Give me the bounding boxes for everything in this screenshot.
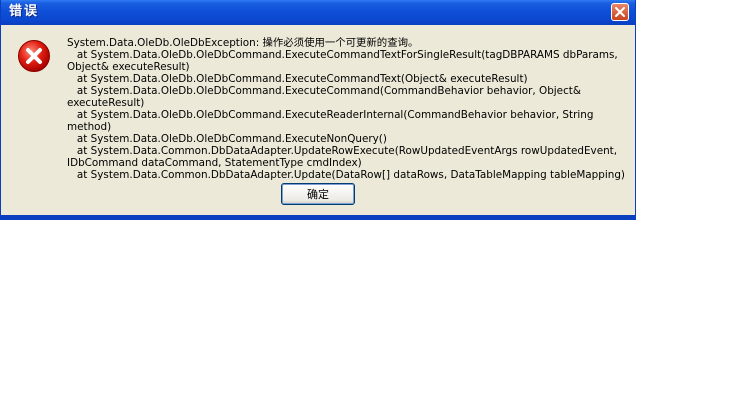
window-bottom-border	[1, 215, 635, 219]
error-dialog: 错误 System.Data.OleDb.OleDbException: 操作必…	[0, 0, 636, 220]
close-button[interactable]	[611, 3, 629, 21]
title-bar[interactable]: 错误	[1, 0, 635, 25]
error-message: System.Data.OleDb.OleDbException: 操作必须使用…	[67, 37, 625, 181]
ok-button[interactable]: 确定	[281, 183, 355, 205]
dialog-title: 错误	[9, 4, 40, 19]
close-icon	[615, 7, 625, 17]
dialog-body: System.Data.OleDb.OleDbException: 操作必须使用…	[3, 25, 633, 214]
error-icon	[18, 40, 50, 72]
